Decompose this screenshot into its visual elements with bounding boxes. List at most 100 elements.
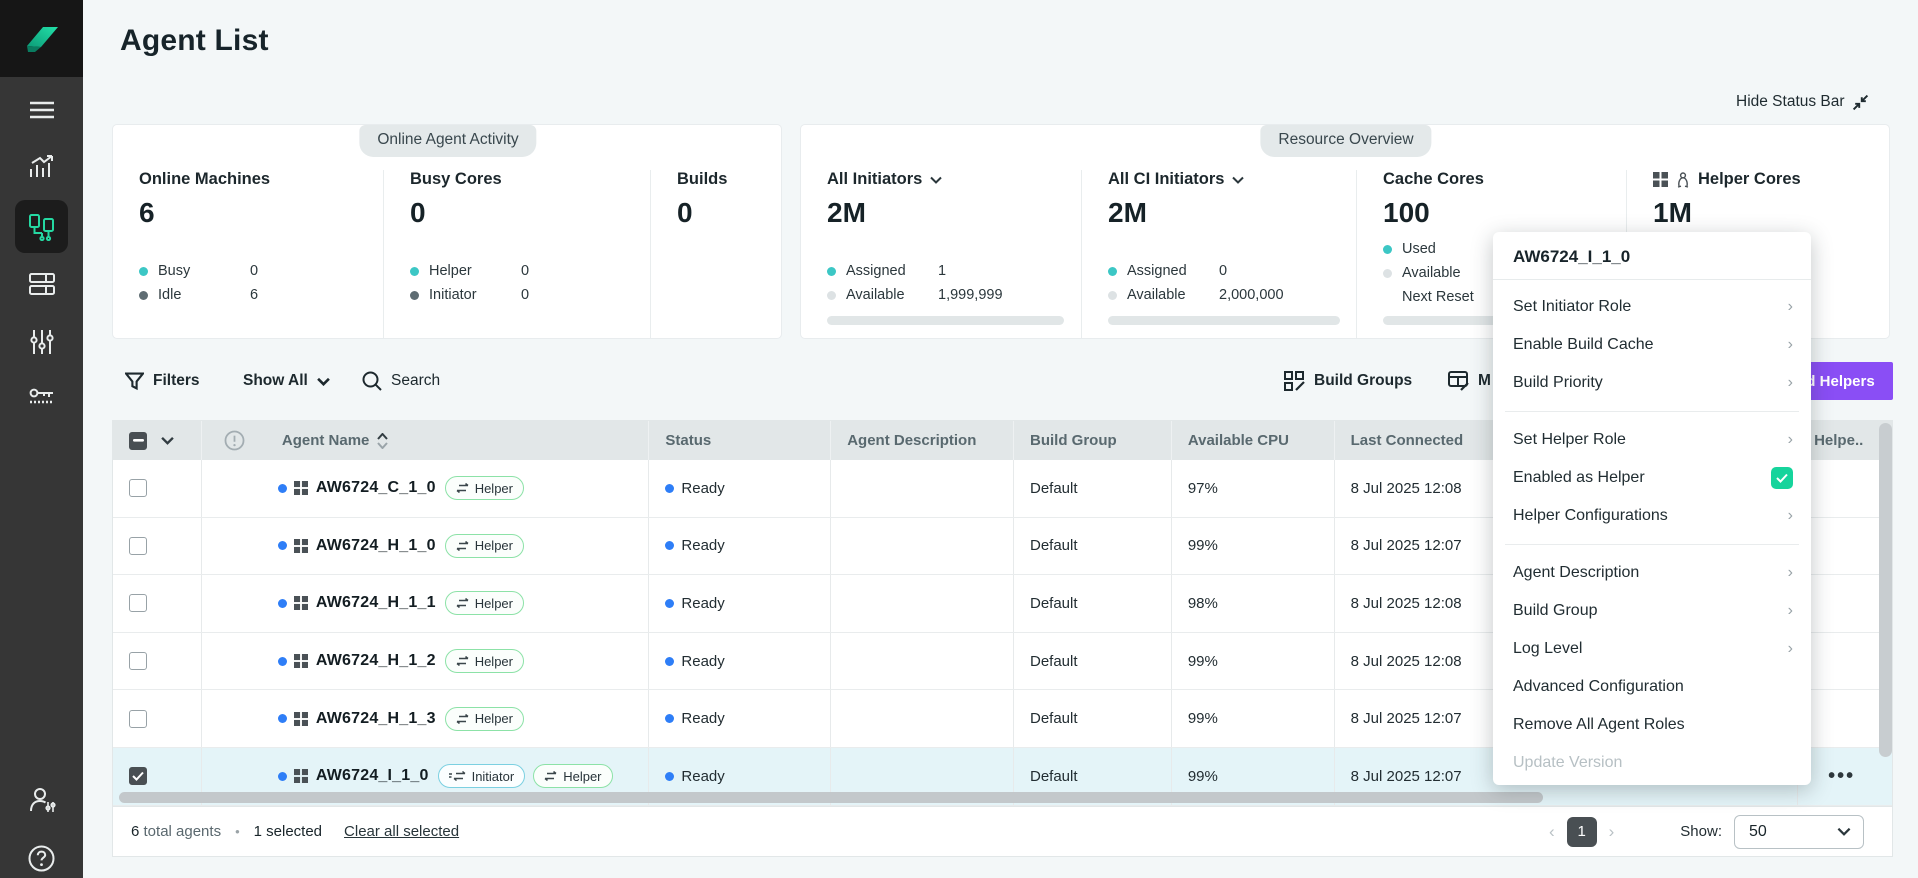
chevron-down-icon — [317, 377, 330, 386]
online-agent-activity-card: Online Agent Activity Online Machines 6 … — [112, 124, 782, 339]
selection-options-chevron[interactable] — [161, 436, 174, 445]
sidebar — [0, 0, 83, 878]
status-text: Ready — [681, 595, 724, 612]
row-checkbox[interactable] — [129, 594, 147, 612]
column-header-helpers: Helpe.. — [1797, 421, 1892, 460]
swap-arrows-icon — [456, 598, 469, 608]
all-initiators-progress — [827, 316, 1064, 325]
all-initiators-stat: All Initiators 2M Assigned 1 Available 1… — [801, 170, 1081, 338]
column-header-agent-description: Agent Description — [830, 421, 1013, 460]
submenu-chevron-icon: › — [1788, 298, 1793, 316]
sidebar-item-licenses[interactable] — [0, 377, 83, 417]
online-agent-activity-tab: Online Agent Activity — [359, 125, 536, 157]
submenu-chevron-icon: › — [1788, 431, 1793, 449]
vertical-scrollbar[interactable] — [1879, 423, 1892, 757]
sliders-icon — [30, 329, 54, 355]
agent-name: AW6724_H_1_3 — [316, 710, 436, 728]
assigned-dot — [827, 267, 836, 276]
all-initiators-value: 2M — [827, 197, 1081, 229]
build-groups-button[interactable]: Build Groups — [1284, 366, 1412, 396]
sidebar-item-user-settings[interactable] — [0, 780, 83, 820]
swap-arrows-icon — [456, 714, 469, 724]
select-all-checkbox[interactable] — [129, 432, 147, 450]
status-dot — [665, 772, 674, 781]
submenu-chevron-icon: › — [1788, 602, 1793, 620]
next-page-button[interactable]: › — [1601, 822, 1623, 842]
online-machines-value: 6 — [139, 197, 383, 229]
agent-name: AW6724_H_1_1 — [316, 594, 436, 612]
menu-divider — [1505, 411, 1799, 412]
row-actions-kebab[interactable]: ••• — [1828, 765, 1855, 788]
table-footer: 6 total agents • 1 selected Clear all se… — [112, 806, 1893, 857]
grid-edit-icon — [1448, 371, 1469, 391]
hide-status-bar-button[interactable]: Hide Status Bar — [1736, 93, 1869, 111]
online-dot — [278, 714, 287, 723]
menu-item-build-group[interactable]: Build Group› — [1493, 592, 1811, 630]
menu-item-log-level[interactable]: Log Level› — [1493, 630, 1811, 668]
status-dot — [665, 599, 674, 608]
online-dot — [278, 772, 287, 781]
swap-arrows-icon — [456, 541, 469, 551]
submenu-chevron-icon: › — [1788, 564, 1793, 582]
helper-dot — [410, 267, 419, 276]
menu-item-set-helper-role[interactable]: Set Helper Role› — [1493, 421, 1811, 459]
app-logo[interactable] — [0, 0, 83, 77]
filters-button[interactable]: Filters — [125, 366, 200, 396]
column-header-agent-name[interactable]: Agent Name — [266, 421, 649, 460]
available-dot — [1108, 291, 1117, 300]
user-settings-icon — [28, 787, 56, 813]
ci-initiators-dropdown[interactable]: All CI Initiators — [1108, 170, 1356, 189]
all-initiators-dropdown[interactable]: All Initiators — [827, 170, 1081, 189]
linux-icon — [1676, 172, 1690, 188]
menu-item-agent-description[interactable]: Agent Description› — [1493, 554, 1811, 592]
menu-item-build-priority[interactable]: Build Priority› — [1493, 364, 1811, 402]
sidebar-item-agents-active[interactable] — [15, 200, 68, 253]
menu-item-enable-build-cache[interactable]: Enable Build Cache› — [1493, 326, 1811, 364]
row-checkbox[interactable] — [129, 710, 147, 728]
chevron-down-icon — [1232, 176, 1244, 184]
sidebar-menu-toggle[interactable] — [0, 90, 83, 130]
windows-icon — [294, 596, 308, 610]
horizontal-scrollbar[interactable] — [119, 792, 1543, 803]
show-all-dropdown[interactable]: Show All — [243, 366, 330, 396]
agent-name: AW6724_I_1_0 — [316, 767, 429, 785]
page-size-select[interactable]: 50 — [1734, 815, 1864, 849]
chart-icon — [29, 155, 55, 179]
windows-icon — [294, 654, 308, 668]
selected-count-text: 1 selected — [254, 823, 322, 840]
hide-status-bar-label: Hide Status Bar — [1736, 93, 1845, 111]
prev-page-button[interactable]: ‹ — [1541, 822, 1563, 842]
menu-item-remove-all-agent-roles[interactable]: Remove All Agent Roles — [1493, 706, 1811, 744]
search-button[interactable]: Search — [362, 366, 440, 396]
helper-badge: Helper — [445, 649, 524, 673]
swap-arrows-icon — [456, 656, 469, 666]
available-dot — [827, 291, 836, 300]
current-page-button[interactable]: 1 — [1567, 817, 1597, 847]
row-checkbox[interactable] — [129, 479, 147, 497]
context-menu-title: AW6724_I_1_0 — [1493, 232, 1811, 280]
page-title: Agent List — [120, 24, 269, 58]
row-checkbox-checked[interactable] — [129, 767, 147, 785]
status-text: Ready — [681, 480, 724, 497]
legend-idle: Idle 6 — [139, 283, 383, 307]
online-dot — [278, 657, 287, 666]
menu-item-helper-configurations[interactable]: Helper Configurations› — [1493, 497, 1811, 535]
row-checkbox[interactable] — [129, 652, 147, 670]
sidebar-item-boards[interactable] — [0, 264, 83, 304]
sidebar-item-settings[interactable] — [0, 322, 83, 362]
row-checkbox[interactable] — [129, 537, 147, 555]
clear-all-selected-link[interactable]: Clear all selected — [344, 823, 459, 840]
enabled-as-helper-checkbox[interactable] — [1771, 467, 1793, 489]
legend-assigned: Assigned 0 — [1108, 259, 1356, 283]
sidebar-item-help[interactable] — [0, 838, 83, 878]
manage-button-truncated[interactable]: M — [1448, 366, 1491, 396]
brand-logo-icon — [21, 19, 63, 59]
menu-item-enabled-as-helper[interactable]: Enabled as Helper — [1493, 459, 1811, 497]
online-machines-label: Online Machines — [139, 170, 383, 189]
legend-assigned: Assigned 1 — [827, 259, 1081, 283]
online-dot — [278, 541, 287, 550]
sidebar-item-analytics[interactable] — [0, 147, 83, 187]
menu-item-set-initiator-role[interactable]: Set Initiator Role› — [1493, 288, 1811, 326]
helper-badge: Helper — [445, 476, 524, 500]
menu-item-advanced-configuration[interactable]: Advanced Configuration — [1493, 668, 1811, 706]
